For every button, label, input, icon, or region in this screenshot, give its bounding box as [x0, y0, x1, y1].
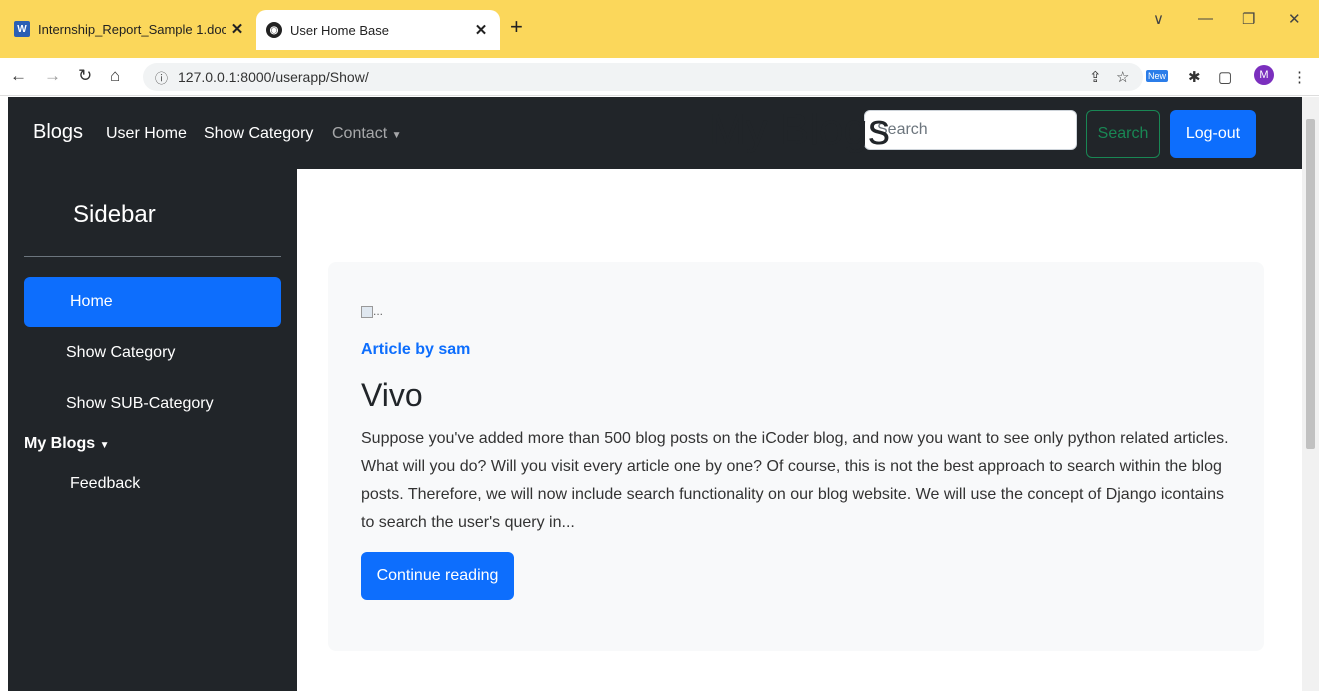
sidebar: Sidebar Home Show Category Show SUB-Cate…: [8, 169, 297, 691]
continue-reading-button[interactable]: Continue reading: [361, 552, 514, 600]
close-window-icon[interactable]: ✕: [1288, 10, 1301, 28]
broken-image-icon: ...: [361, 304, 383, 318]
brand-link[interactable]: Blogs: [33, 121, 83, 144]
post-excerpt: Suppose you've added more than 500 blog …: [361, 430, 1229, 531]
article-author: Article by sam: [361, 341, 471, 358]
sidepanel-icon[interactable]: ▢: [1218, 68, 1232, 86]
post-title: Vivo: [361, 377, 423, 413]
page-viewport: Blogs User Home Show Category Contact ▼ …: [8, 97, 1302, 691]
sidebar-item-show-category[interactable]: Show Category: [24, 328, 281, 378]
scrollbar[interactable]: [1302, 97, 1319, 691]
blog-card: ... Article by sam Vivo Suppose you've a…: [328, 262, 1264, 651]
sidebar-item-home[interactable]: Home: [24, 277, 281, 327]
globe-icon: ◉: [266, 22, 282, 38]
reload-icon[interactable]: ↻: [78, 66, 92, 86]
sidebar-item-label: Home: [70, 293, 113, 310]
sidebar-my-blogs-dropdown[interactable]: My Blogs ▼: [24, 435, 109, 453]
chevron-down-icon[interactable]: ∨: [1153, 10, 1164, 28]
sidebar-title: Sidebar: [73, 201, 156, 228]
home-icon[interactable]: ⌂: [110, 66, 120, 86]
sidebar-dropdown-label: My Blogs: [24, 435, 96, 452]
forward-icon[interactable]: →: [44, 66, 61, 86]
puzzle-icon[interactable]: ✱: [1188, 68, 1201, 86]
sidebar-item-feedback[interactable]: Feedback: [70, 475, 140, 493]
minimize-icon[interactable]: —: [1198, 10, 1213, 27]
sidebar-item-label: Show Category: [66, 344, 176, 361]
close-icon[interactable]: ✕: [470, 21, 492, 39]
browser-tabstrip: W Internship_Report_Sample 1.docx ✕ ◉ Us…: [0, 0, 1319, 58]
close-icon[interactable]: ✕: [226, 20, 248, 38]
star-icon[interactable]: ☆: [1116, 68, 1129, 86]
share-icon[interactable]: ⇪: [1089, 68, 1102, 86]
new-tab-icon[interactable]: +: [510, 14, 523, 40]
sidebar-divider: [24, 256, 281, 257]
caret-down-icon: ▼: [99, 440, 110, 451]
word-icon: W: [14, 21, 30, 37]
url-text: 127.0.0.1:8000/userapp/Show/: [178, 69, 369, 85]
tab-title: User Home Base: [290, 22, 389, 38]
info-icon[interactable]: ⓘ: [155, 68, 168, 87]
page-title: My Blogs: [709, 105, 890, 154]
image-alt-text: ...: [373, 304, 384, 318]
avatar[interactable]: M: [1254, 65, 1274, 85]
sidebar-item-label: Show SUB-Category: [66, 395, 214, 412]
nav-user-home[interactable]: User Home: [106, 125, 187, 143]
back-icon[interactable]: ←: [10, 66, 27, 86]
image-placeholder: [361, 305, 373, 318]
tab-internship-report[interactable]: W Internship_Report_Sample 1.docx ✕: [8, 8, 256, 50]
address-bar: ← → ↻ ⌂ ⓘ 127.0.0.1:8000/userapp/Show/ ⇪…: [0, 58, 1319, 96]
extension-new-icon[interactable]: New: [1146, 70, 1169, 82]
restore-icon[interactable]: ❐: [1242, 10, 1255, 28]
scrollbar-thumb[interactable]: [1306, 119, 1315, 449]
menu-icon[interactable]: ⋮: [1292, 68, 1307, 86]
tab-title: Internship_Report_Sample 1.docx: [38, 21, 226, 37]
url-field[interactable]: ⓘ 127.0.0.1:8000/userapp/Show/: [143, 63, 1143, 91]
sidebar-item-show-sub-category[interactable]: Show SUB-Category: [24, 379, 281, 429]
tab-user-home-base[interactable]: ◉ User Home Base ✕: [256, 10, 500, 50]
